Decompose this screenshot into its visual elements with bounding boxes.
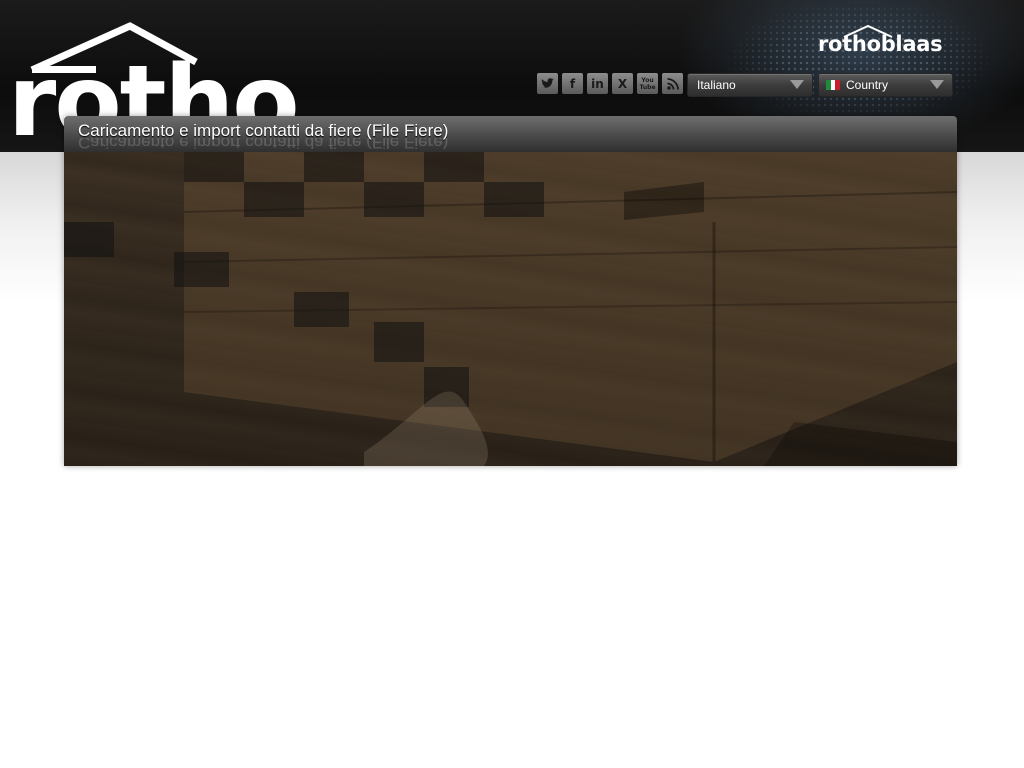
country-select-value: Country — [846, 78, 889, 92]
chevron-down-icon — [790, 80, 804, 89]
chevron-down-icon — [930, 80, 944, 89]
hero-image — [64, 152, 957, 466]
page-title-reflection: Caricamento e import contatti da fiere (… — [78, 138, 449, 152]
linkedin-icon[interactable]: in — [587, 73, 608, 94]
language-select[interactable]: Italiano — [687, 73, 813, 97]
xing-icon[interactable]: X — [612, 73, 633, 94]
country-select[interactable]: Country — [818, 73, 953, 97]
italy-flag-icon — [826, 80, 841, 90]
content-panel: Caricamento e import contatti da fiere (… — [64, 116, 957, 466]
twitter-icon[interactable] — [537, 73, 558, 94]
language-select-value: Italiano — [697, 78, 736, 92]
panel-title-bar: Caricamento e import contatti da fiere (… — [64, 116, 957, 152]
rss-icon[interactable] — [662, 73, 683, 94]
brand-name: rothoblaas — [818, 32, 943, 56]
brand-logo[interactable]: rothoblaas — [818, 24, 958, 58]
social-links: f in X You Tube — [537, 73, 683, 94]
youtube-icon[interactable]: You Tube — [637, 73, 658, 94]
facebook-icon[interactable]: f — [562, 73, 583, 94]
